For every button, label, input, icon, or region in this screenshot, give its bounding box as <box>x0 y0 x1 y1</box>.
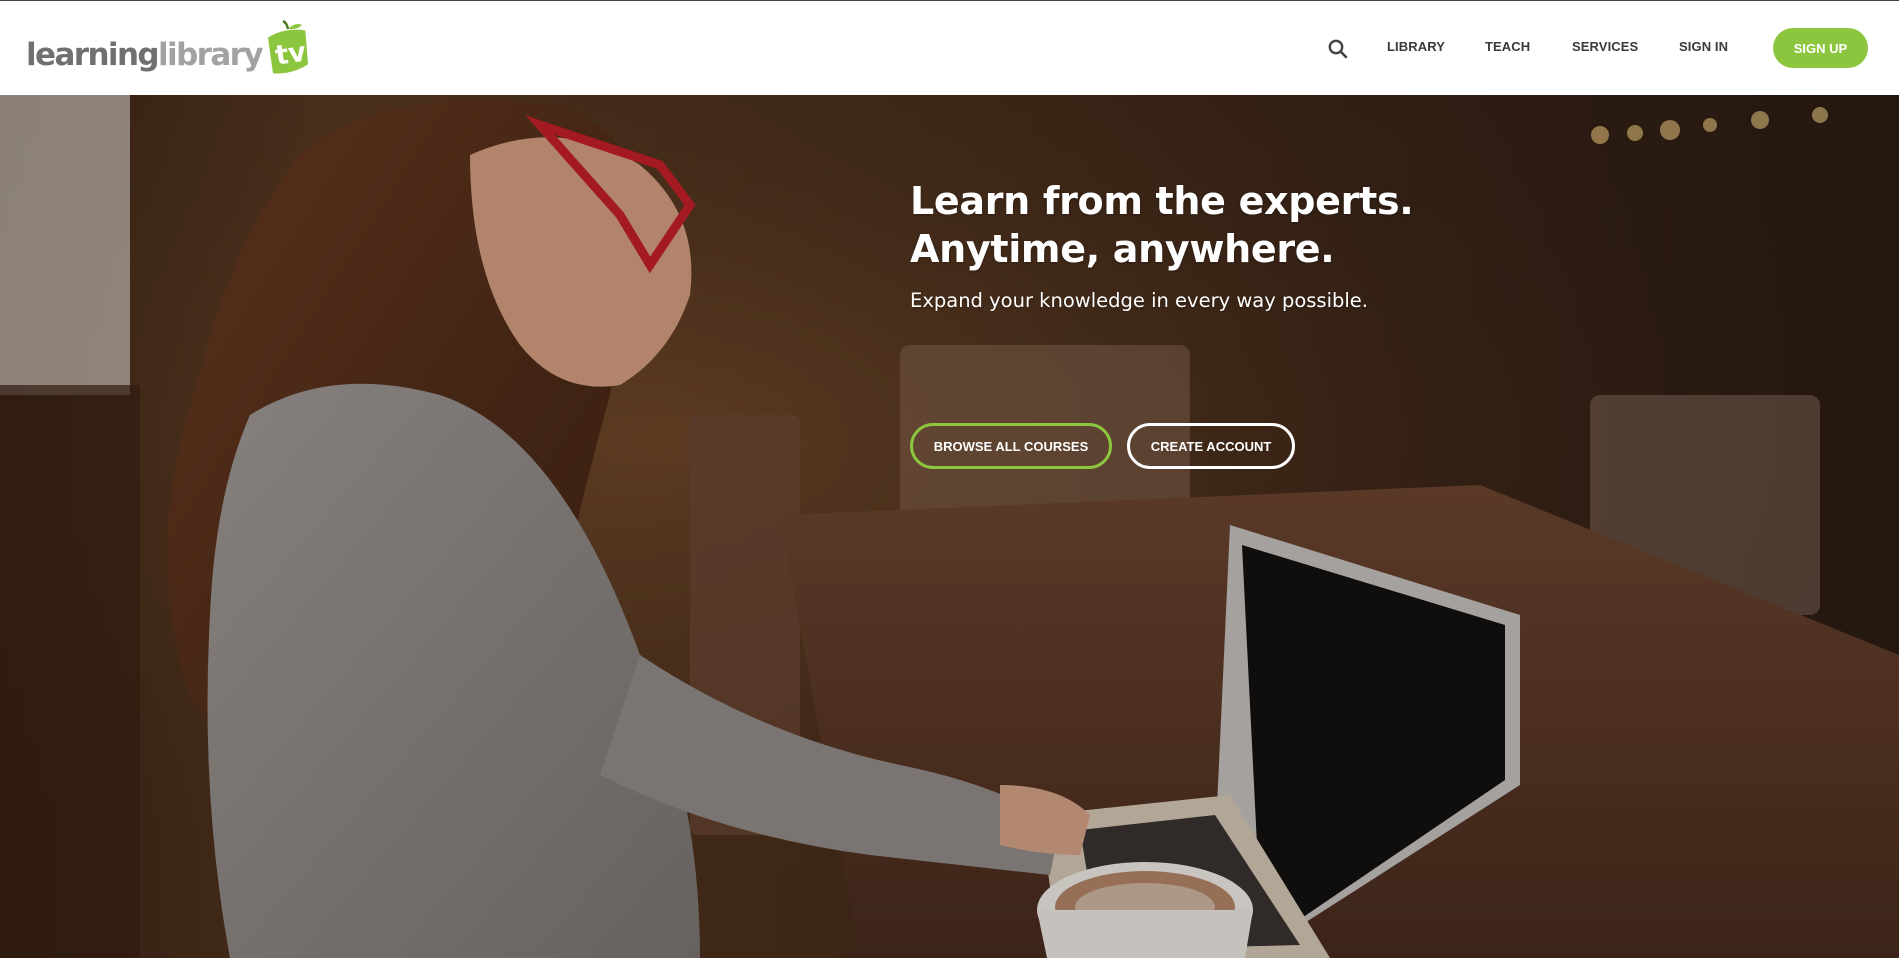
nav-teach-link[interactable]: TEACH <box>1485 39 1530 54</box>
browse-all-courses-button[interactable]: BROWSE ALL COURSES <box>910 423 1112 469</box>
nav-library-link[interactable]: LIBRARY <box>1387 39 1445 54</box>
hero-actions: BROWSE ALL COURSES CREATE ACCOUNT <box>910 423 1295 469</box>
hero-title-line-2: Anytime, anywhere. <box>910 227 1335 271</box>
hero-title: Learn from the experts. Anytime, anywher… <box>910 177 1414 273</box>
nav-services-link[interactable]: SERVICES <box>1572 39 1638 54</box>
site-header: learninglibrary tv LIBRARY TEACH SERVICE… <box>0 0 1899 95</box>
hero-section: Learn from the experts. Anytime, anywher… <box>0 95 1899 958</box>
logo-text-tv: tv <box>273 37 308 72</box>
logo-wordmark: learninglibrary <box>26 37 264 75</box>
logo-text-library: library <box>158 37 264 73</box>
create-account-button[interactable]: CREATE ACCOUNT <box>1127 423 1295 469</box>
sign-up-button[interactable]: SIGN UP <box>1773 28 1868 68</box>
search-icon[interactable] <box>1326 37 1350 61</box>
logo-text-learning: learning <box>26 37 160 73</box>
nav-sign-in-link[interactable]: SIGN IN <box>1679 39 1728 54</box>
brand-logo[interactable]: learninglibrary tv <box>26 19 312 75</box>
hero-title-line-1: Learn from the experts. <box>910 179 1414 223</box>
hero-subtitle: Expand your knowledge in every way possi… <box>910 289 1369 312</box>
hero-copy: Learn from the experts. Anytime, anywher… <box>910 177 1414 469</box>
logo-tv-badge: tv <box>264 19 312 75</box>
